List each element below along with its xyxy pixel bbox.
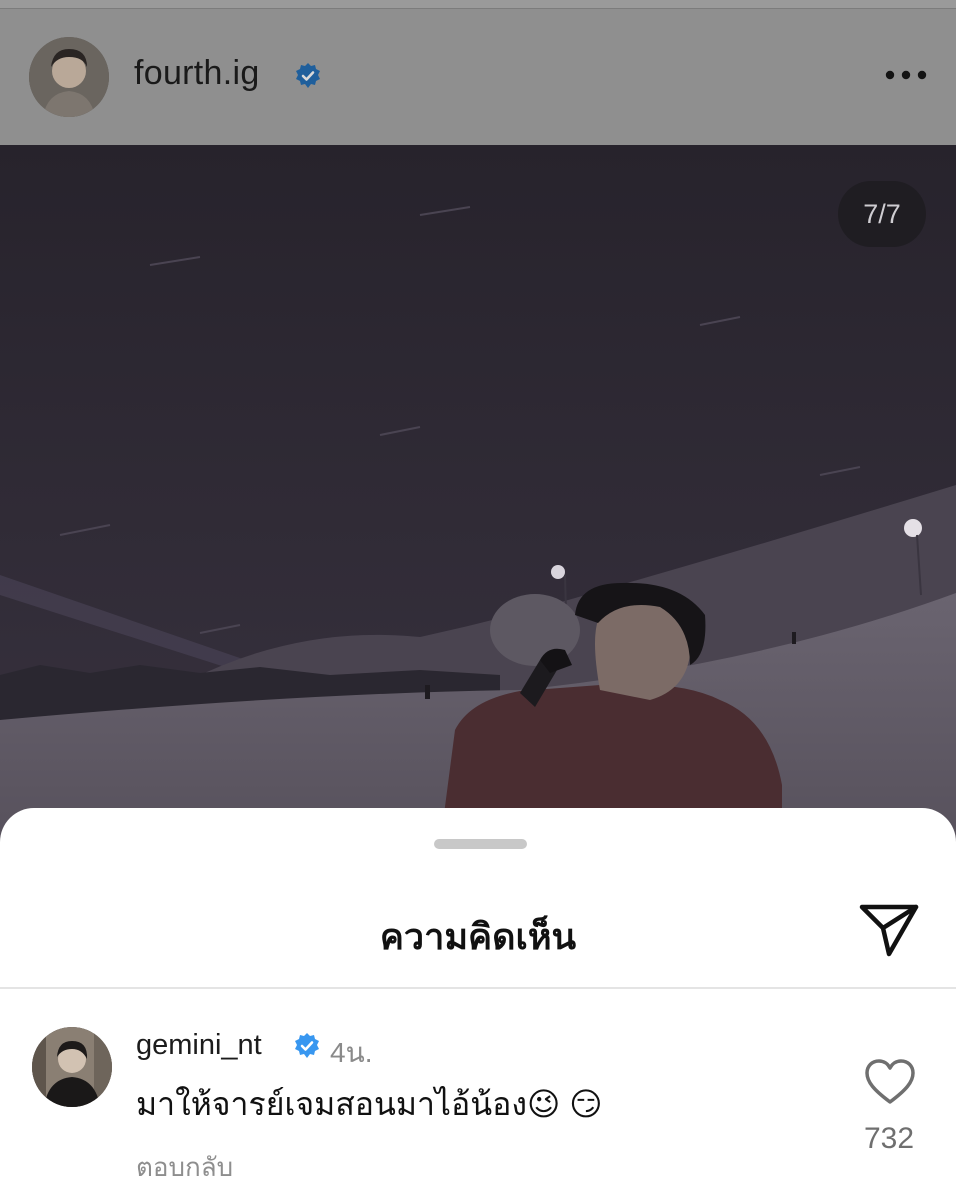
verified-badge-icon bbox=[296, 63, 320, 88]
comments-title: ความคิดเห็น bbox=[379, 916, 577, 957]
more-options-icon[interactable] bbox=[882, 60, 930, 90]
author-avatar[interactable] bbox=[29, 37, 109, 117]
comments-sheet: ความคิดเห็น gemini_nt 4น. มาให้จารย์เจมส… bbox=[0, 808, 956, 1200]
send-icon[interactable] bbox=[858, 902, 920, 958]
post-photo-scene bbox=[0, 145, 956, 845]
post-photo[interactable] bbox=[0, 145, 956, 845]
author-avatar-image bbox=[29, 37, 109, 117]
verified-badge-icon bbox=[295, 1033, 319, 1058]
commenter-avatar-image bbox=[32, 1027, 112, 1107]
comment-text: มาให้จารย์เจมสอนมาไอ้น้อง😉 😏 bbox=[136, 1086, 603, 1122]
commenter-username[interactable]: gemini_nt bbox=[136, 1029, 262, 1062]
like-count: 732 bbox=[863, 1122, 915, 1155]
sheet-divider bbox=[0, 987, 956, 989]
commenter-avatar[interactable] bbox=[32, 1027, 112, 1107]
comment-timestamp: 4น. bbox=[330, 1037, 373, 1068]
author-username[interactable]: fourth.ig bbox=[134, 54, 260, 93]
status-bar-edge bbox=[0, 0, 956, 9]
screen: fourth.ig 7/7 ความคิดเห็น gemini_nt 4น. … bbox=[0, 0, 956, 1200]
reply-button[interactable]: ตอบกลับ bbox=[136, 1147, 233, 1188]
heart-icon[interactable] bbox=[864, 1058, 916, 1106]
sheet-grab-handle[interactable] bbox=[434, 839, 527, 849]
image-counter-badge: 7/7 bbox=[838, 181, 926, 247]
post-header: fourth.ig bbox=[0, 0, 956, 145]
